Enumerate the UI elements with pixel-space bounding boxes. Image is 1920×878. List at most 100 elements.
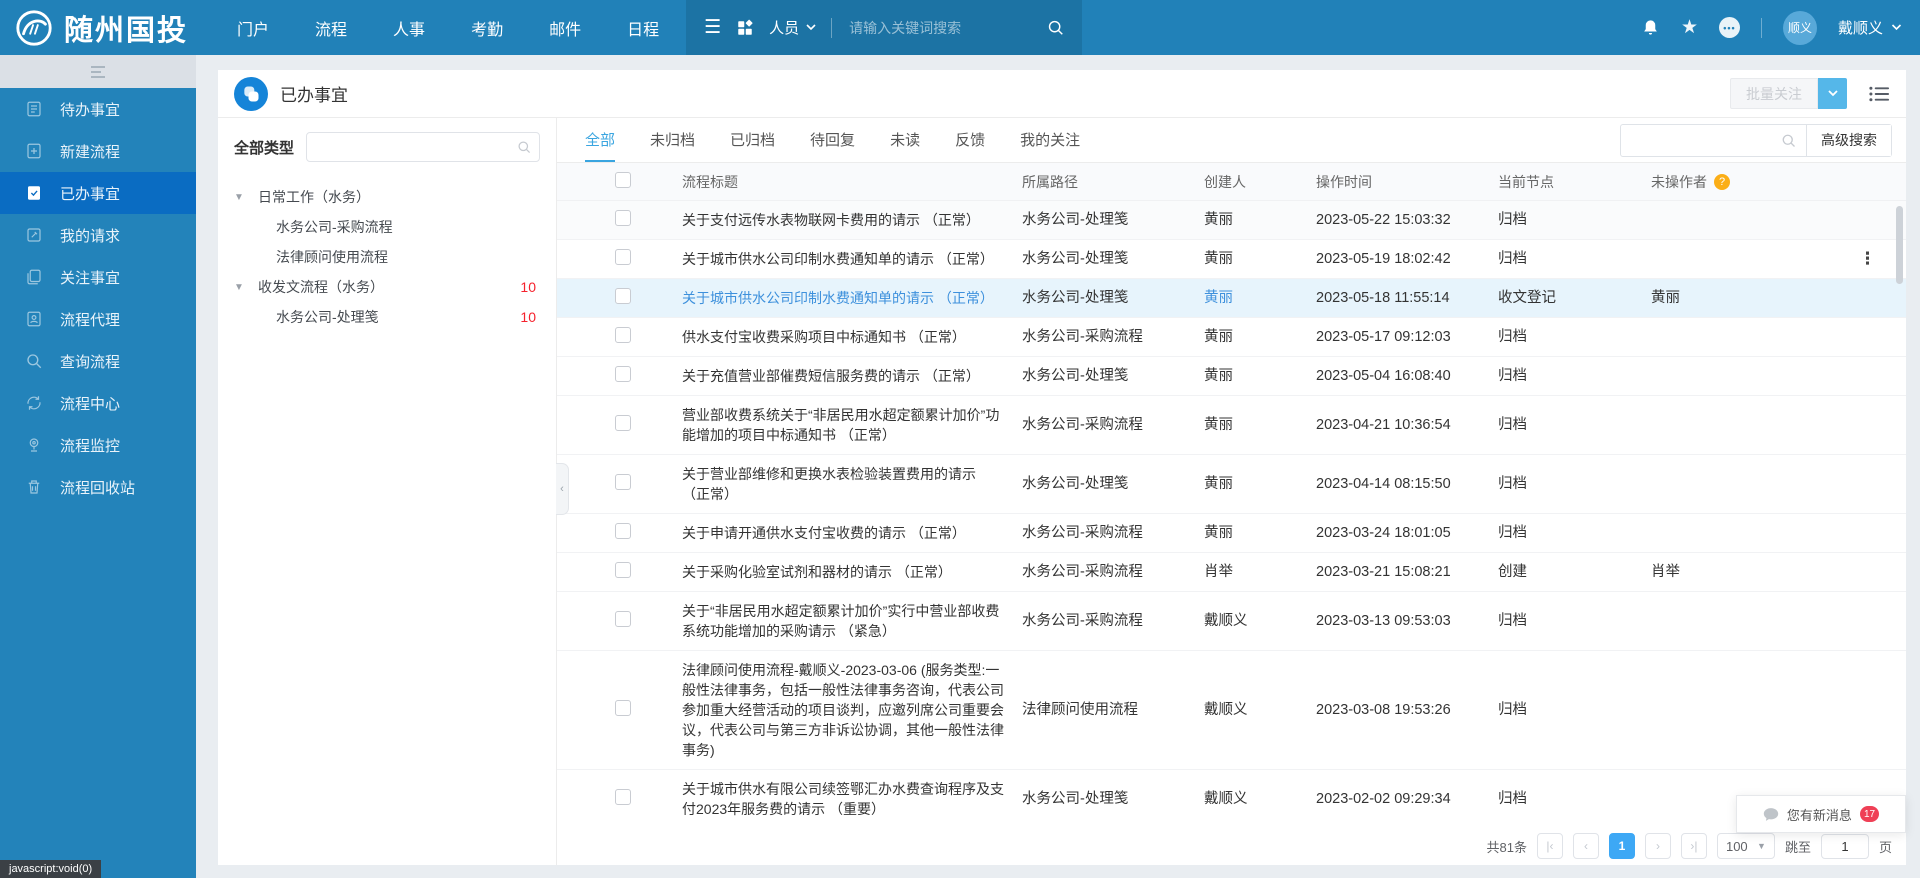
type-search-input[interactable] <box>315 139 517 156</box>
row-checkbox[interactable] <box>615 562 631 578</box>
row-title-link[interactable]: 供水支付宝收费采购项目中标通知书 （正常） <box>682 318 1022 356</box>
row-checkbox[interactable] <box>615 789 631 805</box>
tab-unread[interactable]: 未读 <box>890 118 920 162</box>
advanced-search-button[interactable]: 高级搜索 <box>1806 125 1891 156</box>
select-all-checkbox[interactable] <box>615 172 631 188</box>
row-checkbox[interactable] <box>615 611 631 627</box>
sidebar-item-my-requests[interactable]: 我的请求 <box>0 214 196 256</box>
list-search-input[interactable] <box>1621 132 1771 148</box>
tree-node-legal-counsel-flow[interactable]: 法律顾问使用流程 <box>234 242 540 272</box>
row-checkbox[interactable] <box>615 327 631 343</box>
sidebar-item-delegate[interactable]: 流程代理 <box>0 298 196 340</box>
caret-down-icon[interactable]: ▼ <box>234 282 258 293</box>
row-title-link[interactable]: 关于充值营业部催费短信服务费的请示 （正常） <box>682 357 1022 395</box>
table-row[interactable]: 关于采购化验室试剂和器材的请示 （正常） 水务公司-采购流程 肖举 2023-0… <box>557 553 1906 592</box>
sidebar-item-recycle-bin[interactable]: 流程回收站 <box>0 466 196 508</box>
pagination-bar: 共81条 |‹ ‹ 1 › ›| 100 ▼ 跳至 页 <box>557 827 1906 865</box>
global-search-input[interactable] <box>847 19 1032 37</box>
tab-all[interactable]: 全部 <box>585 118 615 162</box>
row-title-link[interactable]: 关于采购化验室试剂和器材的请示 （正常） <box>682 553 1022 591</box>
topnav-item-workflow[interactable]: 流程 <box>292 0 370 55</box>
vertical-scrollbar-thumb[interactable] <box>1896 206 1903 284</box>
tab-my-follow[interactable]: 我的关注 <box>1020 118 1080 162</box>
table-row[interactable]: 关于营业部维修和更换水表检验装置费用的请示 （正常） 水务公司-处理笺 黄丽 2… <box>557 455 1906 514</box>
batch-follow-button[interactable]: 批量关注 <box>1730 78 1818 109</box>
row-checkbox[interactable] <box>615 523 631 539</box>
tree-node-document-flow[interactable]: ▼ 收发文流程（水务） 10 <box>234 272 540 302</box>
row-title-link[interactable]: 关于“非居民用水超定额累计加价”实行中营业部收费系统功能增加的采购请示 （紧急） <box>682 592 1022 650</box>
first-page-button[interactable]: |‹ <box>1537 833 1563 859</box>
panel-collapse-handle[interactable]: ‹ <box>556 463 569 515</box>
row-title-link[interactable]: 法律顾问使用流程-戴顺义-2023-03-06 (服务类型:一般性法律事务，包括… <box>682 651 1022 769</box>
table-row[interactable]: 关于申请开通供水支付宝收费的请示 （正常） 水务公司-采购流程 黄丽 2023-… <box>557 514 1906 553</box>
search-scope-select[interactable]: 人员 <box>769 17 816 38</box>
apps-grid-icon[interactable] <box>736 19 754 37</box>
row-title-link[interactable]: 关于申请开通供水支付宝收费的请示 （正常） <box>682 514 1022 552</box>
sidebar-item-todo[interactable]: 待办事宜 <box>0 88 196 130</box>
next-page-button[interactable]: › <box>1645 833 1671 859</box>
sidebar-item-followed[interactable]: 关注事宜 <box>0 256 196 298</box>
table-row[interactable]: 关于城市供水公司印制水费通知单的请示 （正常） 水务公司-处理笺 黄丽 2023… <box>557 240 1906 279</box>
row-title-link[interactable]: 关于城市供水公司印制水费通知单的请示 （正常） <box>682 240 1022 278</box>
sidebar-item-flow-center[interactable]: 流程中心 <box>0 382 196 424</box>
app-logo[interactable]: 随州国投 <box>0 7 214 49</box>
table-row[interactable]: 营业部收费系统关于“非居民用水超定额累计加价”功能增加的项目中标通知书 （正常）… <box>557 396 1906 455</box>
row-checkbox[interactable] <box>615 415 631 431</box>
list-view-icon[interactable] <box>1869 85 1890 103</box>
search-icon[interactable] <box>517 140 531 154</box>
row-title-link[interactable]: 关于支付远传水表物联网卡费用的请示 （正常） <box>682 201 1022 239</box>
topnav-item-mail[interactable]: 邮件 <box>526 0 604 55</box>
row-checkbox[interactable] <box>615 288 631 304</box>
search-icon[interactable] <box>1771 133 1806 148</box>
row-actions-menu-icon[interactable]: ⋮ <box>1859 249 1876 268</box>
sidebar-item-done[interactable]: 已办事宜 <box>0 172 196 214</box>
page-size-select[interactable]: 100 ▼ <box>1717 833 1775 859</box>
sidebar-item-monitor[interactable]: 流程监控 <box>0 424 196 466</box>
tab-archived[interactable]: 已归档 <box>730 118 775 162</box>
sidebar-item-new-flow[interactable]: 新建流程 <box>0 130 196 172</box>
topnav-item-schedule[interactable]: 日程 <box>604 0 682 55</box>
table-row[interactable]: 法律顾问使用流程-戴顺义-2023-03-06 (服务类型:一般性法律事务，包括… <box>557 651 1906 770</box>
tree-node-daily-work[interactable]: ▼ 日常工作（水务） <box>234 182 540 212</box>
jump-page-input[interactable] <box>1821 834 1869 859</box>
row-title-link[interactable]: 关于城市供水有限公司续签鄂汇办水费查询程序及支付2023年服务费的请示 （重要） <box>682 770 1022 827</box>
help-icon[interactable]: ? <box>1714 174 1730 190</box>
row-title-link[interactable]: 营业部收费系统关于“非居民用水超定额累计加价”功能增加的项目中标通知书 （正常） <box>682 396 1022 454</box>
tree-node-processing-memo[interactable]: 水务公司-处理笺 10 <box>234 302 540 332</box>
new-message-toast[interactable]: 您有新消息 17 <box>1736 795 1906 833</box>
last-page-button[interactable]: ›| <box>1681 833 1707 859</box>
avatar[interactable]: 顺义 <box>1783 11 1817 45</box>
sidebar-collapse-button[interactable] <box>0 55 196 88</box>
table-row[interactable]: 供水支付宝收费采购项目中标通知书 （正常） 水务公司-采购流程 黄丽 2023-… <box>557 318 1906 357</box>
row-title-link[interactable]: 关于城市供水公司印制水费通知单的请示 （正常） <box>682 279 1022 317</box>
menu-icon[interactable]: ☰ <box>704 18 721 37</box>
table-row[interactable]: 关于“非居民用水超定额累计加价”实行中营业部收费系统功能增加的采购请示 （紧急）… <box>557 592 1906 651</box>
row-checkbox[interactable] <box>615 474 631 490</box>
table-row[interactable]: 关于城市供水有限公司续签鄂汇办水费查询程序及支付2023年服务费的请示 （重要）… <box>557 770 1906 827</box>
sidebar-item-search-flow[interactable]: 查询流程 <box>0 340 196 382</box>
row-checkbox[interactable] <box>615 249 631 265</box>
bell-icon[interactable] <box>1641 18 1660 37</box>
row-checkbox[interactable] <box>615 700 631 716</box>
tab-feedback[interactable]: 反馈 <box>955 118 985 162</box>
star-icon[interactable]: ★ <box>1681 16 1698 39</box>
topnav-item-attendance[interactable]: 考勤 <box>448 0 526 55</box>
tree-node-procurement-flow[interactable]: 水务公司-采购流程 <box>234 212 540 242</box>
user-menu[interactable]: 戴顺义 <box>1838 17 1902 38</box>
table-row[interactable]: 关于支付远传水表物联网卡费用的请示 （正常） 水务公司-处理笺 黄丽 2023-… <box>557 201 1906 240</box>
topnav-item-hr[interactable]: 人事 <box>370 0 448 55</box>
prev-page-button[interactable]: ‹ <box>1573 833 1599 859</box>
row-checkbox[interactable] <box>615 210 631 226</box>
tab-awaiting-reply[interactable]: 待回复 <box>810 118 855 162</box>
more-icon[interactable]: ••• <box>1719 17 1740 38</box>
row-title-link[interactable]: 关于营业部维修和更换水表检验装置费用的请示 （正常） <box>682 455 1022 513</box>
topnav-item-portal[interactable]: 门户 <box>214 0 292 55</box>
caret-down-icon[interactable]: ▼ <box>234 192 258 203</box>
batch-follow-dropdown-button[interactable] <box>1818 78 1847 109</box>
tab-not-archived[interactable]: 未归档 <box>650 118 695 162</box>
row-checkbox[interactable] <box>615 366 631 382</box>
table-row[interactable]: 关于充值营业部催费短信服务费的请示 （正常） 水务公司-处理笺 黄丽 2023-… <box>557 357 1906 396</box>
search-icon[interactable] <box>1047 19 1064 36</box>
current-page-button[interactable]: 1 <box>1609 833 1635 859</box>
table-row-selected[interactable]: 关于城市供水公司印制水费通知单的请示 （正常） 水务公司-处理笺 黄丽 2023… <box>557 279 1906 318</box>
